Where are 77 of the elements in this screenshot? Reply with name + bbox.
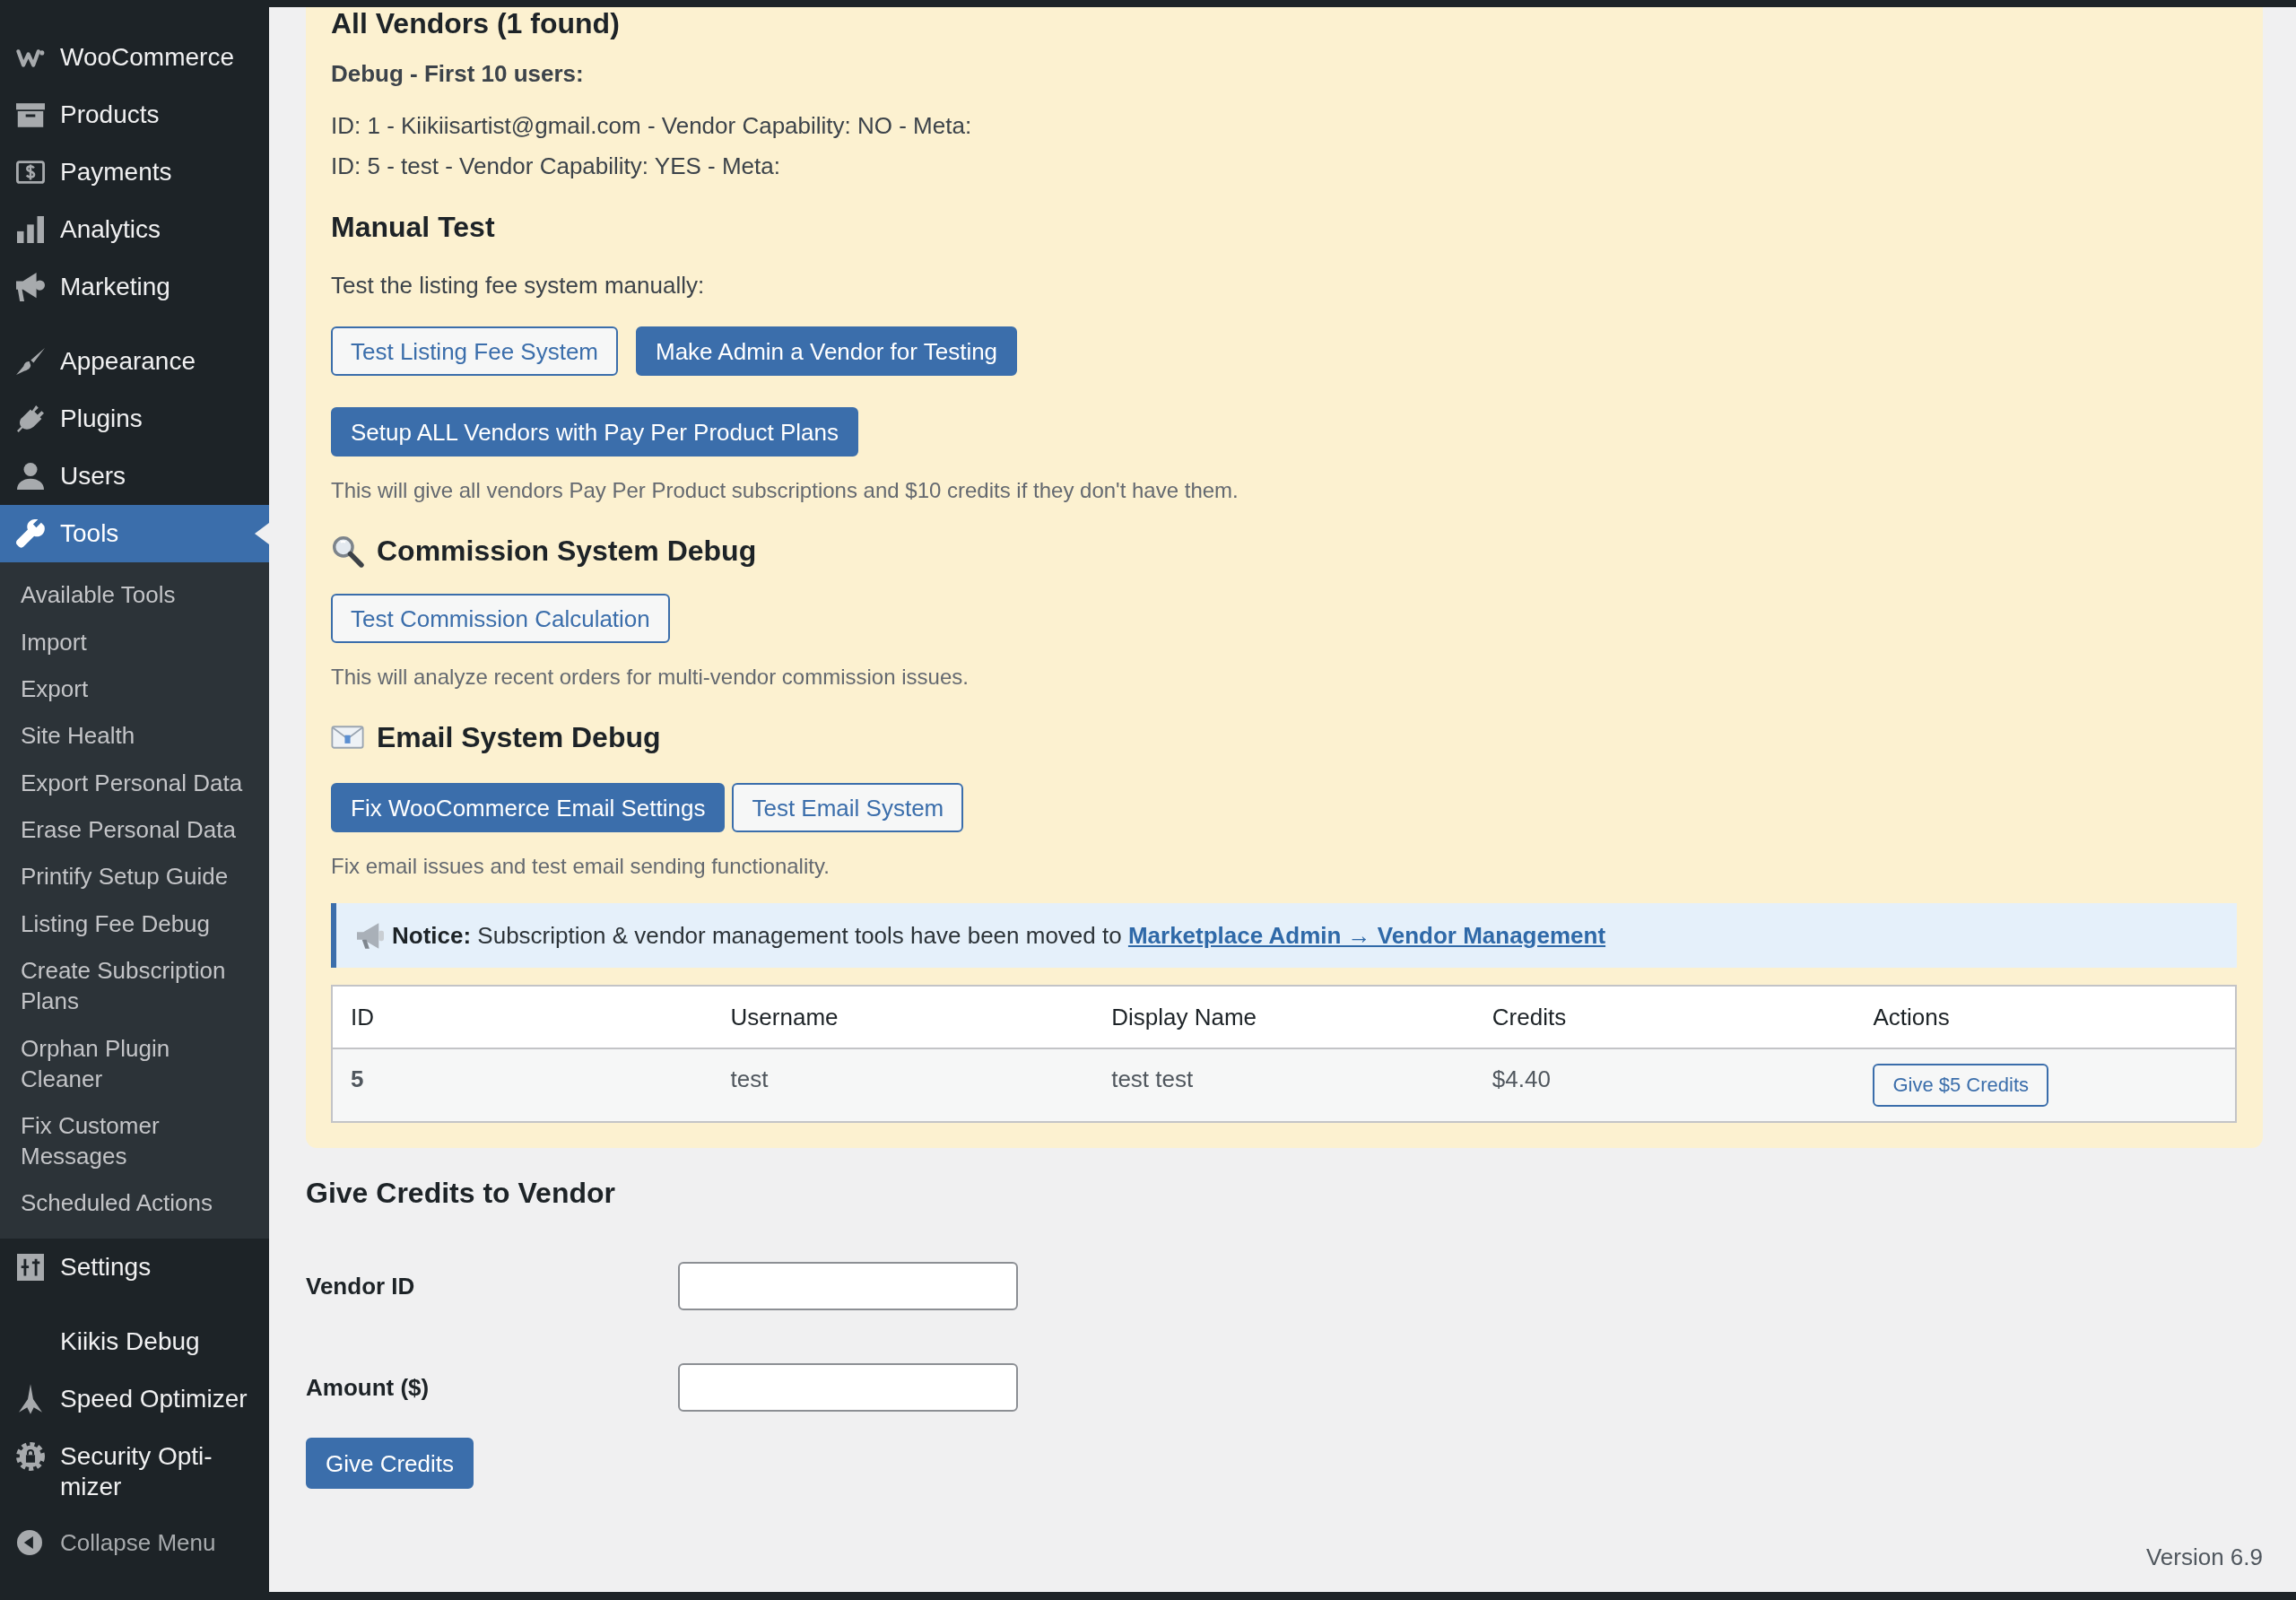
notice-link[interactable]: Marketplace Admin → Vendor Management — [1127, 922, 1606, 949]
section-intro: Test the listing fee system manually: — [331, 271, 706, 300]
submenu-item[interactable]: Available Tools — [0, 571, 269, 619]
submenu-item[interactable]: Orphan Plugin Cleaner — [0, 1024, 269, 1102]
field-label: Amount ($) — [306, 1373, 430, 1403]
zigzag-logo-icon — [15, 48, 45, 67]
column-header: Actions — [1855, 986, 2236, 1048]
submenu-item[interactable]: Fix Customer Messages — [0, 1101, 269, 1180]
menu-item[interactable]: Settings — [0, 1238, 269, 1296]
submenu-item[interactable]: Create Subscription Plans — [0, 947, 269, 1025]
menu-item[interactable]: Kiikis Debug — [0, 1312, 269, 1370]
table-cell: $4.40 — [1474, 1048, 1856, 1122]
menu-item[interactable]: Plugins — [0, 390, 269, 448]
form-heading: Give Credits to Vendor — [306, 1176, 616, 1211]
submenu-item[interactable]: Site Health — [0, 712, 269, 760]
submenu-item[interactable]: Scheduled Actions — [0, 1179, 269, 1227]
give-credits-button[interactable]: Give $5 Credits — [1873, 1064, 2048, 1107]
action-button[interactable]: Test Commission Calculation — [331, 594, 670, 643]
paintbrush-icon — [15, 348, 45, 375]
section-heading: Manual Test — [331, 210, 495, 245]
debug-line: ID: 5 - test - Vendor Capability: YES - Meta: — [331, 152, 781, 181]
menu-item[interactable]: Marketing — [0, 258, 269, 316]
column-header: Username — [712, 986, 1094, 1048]
notice-text: Notice: Subscription & vendor management tools have been moved to Marketplace Admin → Vendor Management — [392, 921, 1606, 951]
menu-item[interactable]: Products — [0, 86, 269, 143]
menu-item[interactable]: Security Opti-mizer — [0, 1427, 269, 1516]
menu-item[interactable]: Speed Optimizer — [0, 1370, 269, 1428]
bar-chart-icon — [16, 216, 44, 243]
submenu-item[interactable]: Printify Setup Guide — [0, 853, 269, 900]
action-button[interactable]: Test Email System — [732, 783, 964, 832]
archive-box-icon — [15, 102, 45, 127]
plug-icon — [16, 405, 44, 432]
field-label: Vendor ID — [306, 1272, 416, 1301]
menu-item[interactable]: Users — [0, 448, 269, 505]
magnifier-icon — [331, 534, 364, 568]
megaphone-icon — [15, 273, 45, 301]
menu-item[interactable]: Appearance — [0, 333, 269, 390]
sliders-icon — [16, 1253, 44, 1281]
submenu-item[interactable]: Export Personal Data — [0, 759, 269, 806]
submenu-item[interactable]: Listing Fee Debug — [0, 900, 269, 947]
action-button[interactable]: Make Admin a Vendor for Testing — [636, 326, 1018, 376]
section-heading: Commission System Debug — [377, 534, 757, 569]
debug-title: Debug - First 10 users: — [331, 59, 585, 89]
panel-heading: All Vendors (1 found) — [331, 7, 621, 39]
table-cell: test — [712, 1048, 1094, 1122]
user-icon — [16, 463, 44, 490]
wrench-icon — [15, 519, 45, 548]
version-text: Version 6.9 — [2145, 1543, 2263, 1572]
table-cell: test test — [1093, 1048, 1474, 1122]
current-pointer-icon — [255, 523, 269, 544]
section-note: This will give all vendors Pay Per Product subscriptions and $10 credits if they don't have them. — [331, 477, 1239, 504]
table-cell: 5 — [332, 1048, 713, 1122]
column-header: Display Name — [1093, 986, 1474, 1048]
menu-item[interactable]: Payments — [0, 143, 269, 201]
submit-button[interactable]: Give Credits — [306, 1438, 474, 1489]
menu-item[interactable]: Analytics — [0, 201, 269, 258]
action-button[interactable]: Test Listing Fee System — [331, 326, 618, 376]
gear-lock-icon — [15, 1441, 45, 1471]
section-heading: Email System Debug — [377, 720, 661, 755]
submenu-item[interactable]: Erase Personal Data — [0, 805, 269, 854]
dollar-icon — [15, 161, 45, 184]
text-field[interactable] — [678, 1262, 1018, 1310]
envelope-icon — [331, 726, 364, 749]
section-note: This will analyze recent orders for multi-vendor commission issues. — [331, 664, 970, 691]
column-header: ID — [332, 986, 713, 1048]
collapse-menu-button[interactable]: Collapse Menu — [0, 1515, 269, 1570]
text-field[interactable] — [678, 1363, 1018, 1412]
section-note: Fix email issues and test email sending functionality. — [331, 853, 831, 880]
submenu-item[interactable]: Export — [0, 665, 269, 713]
submenu-item[interactable]: Import — [0, 618, 269, 665]
debug-line: ID: 1 - Kiikiisartist@gmail.com - Vendor Capability: NO - Meta: — [331, 111, 973, 141]
column-header: Credits — [1474, 986, 1856, 1048]
menu-item[interactable]: WooCommerce — [0, 29, 269, 86]
menu-item[interactable]: Tools — [0, 505, 269, 562]
action-button[interactable]: Setup ALL Vendors with Pay Per Product Plans — [331, 407, 858, 457]
action-button[interactable]: Fix WooCommerce Email Settings — [331, 783, 726, 832]
megaphone-icon — [357, 922, 384, 949]
